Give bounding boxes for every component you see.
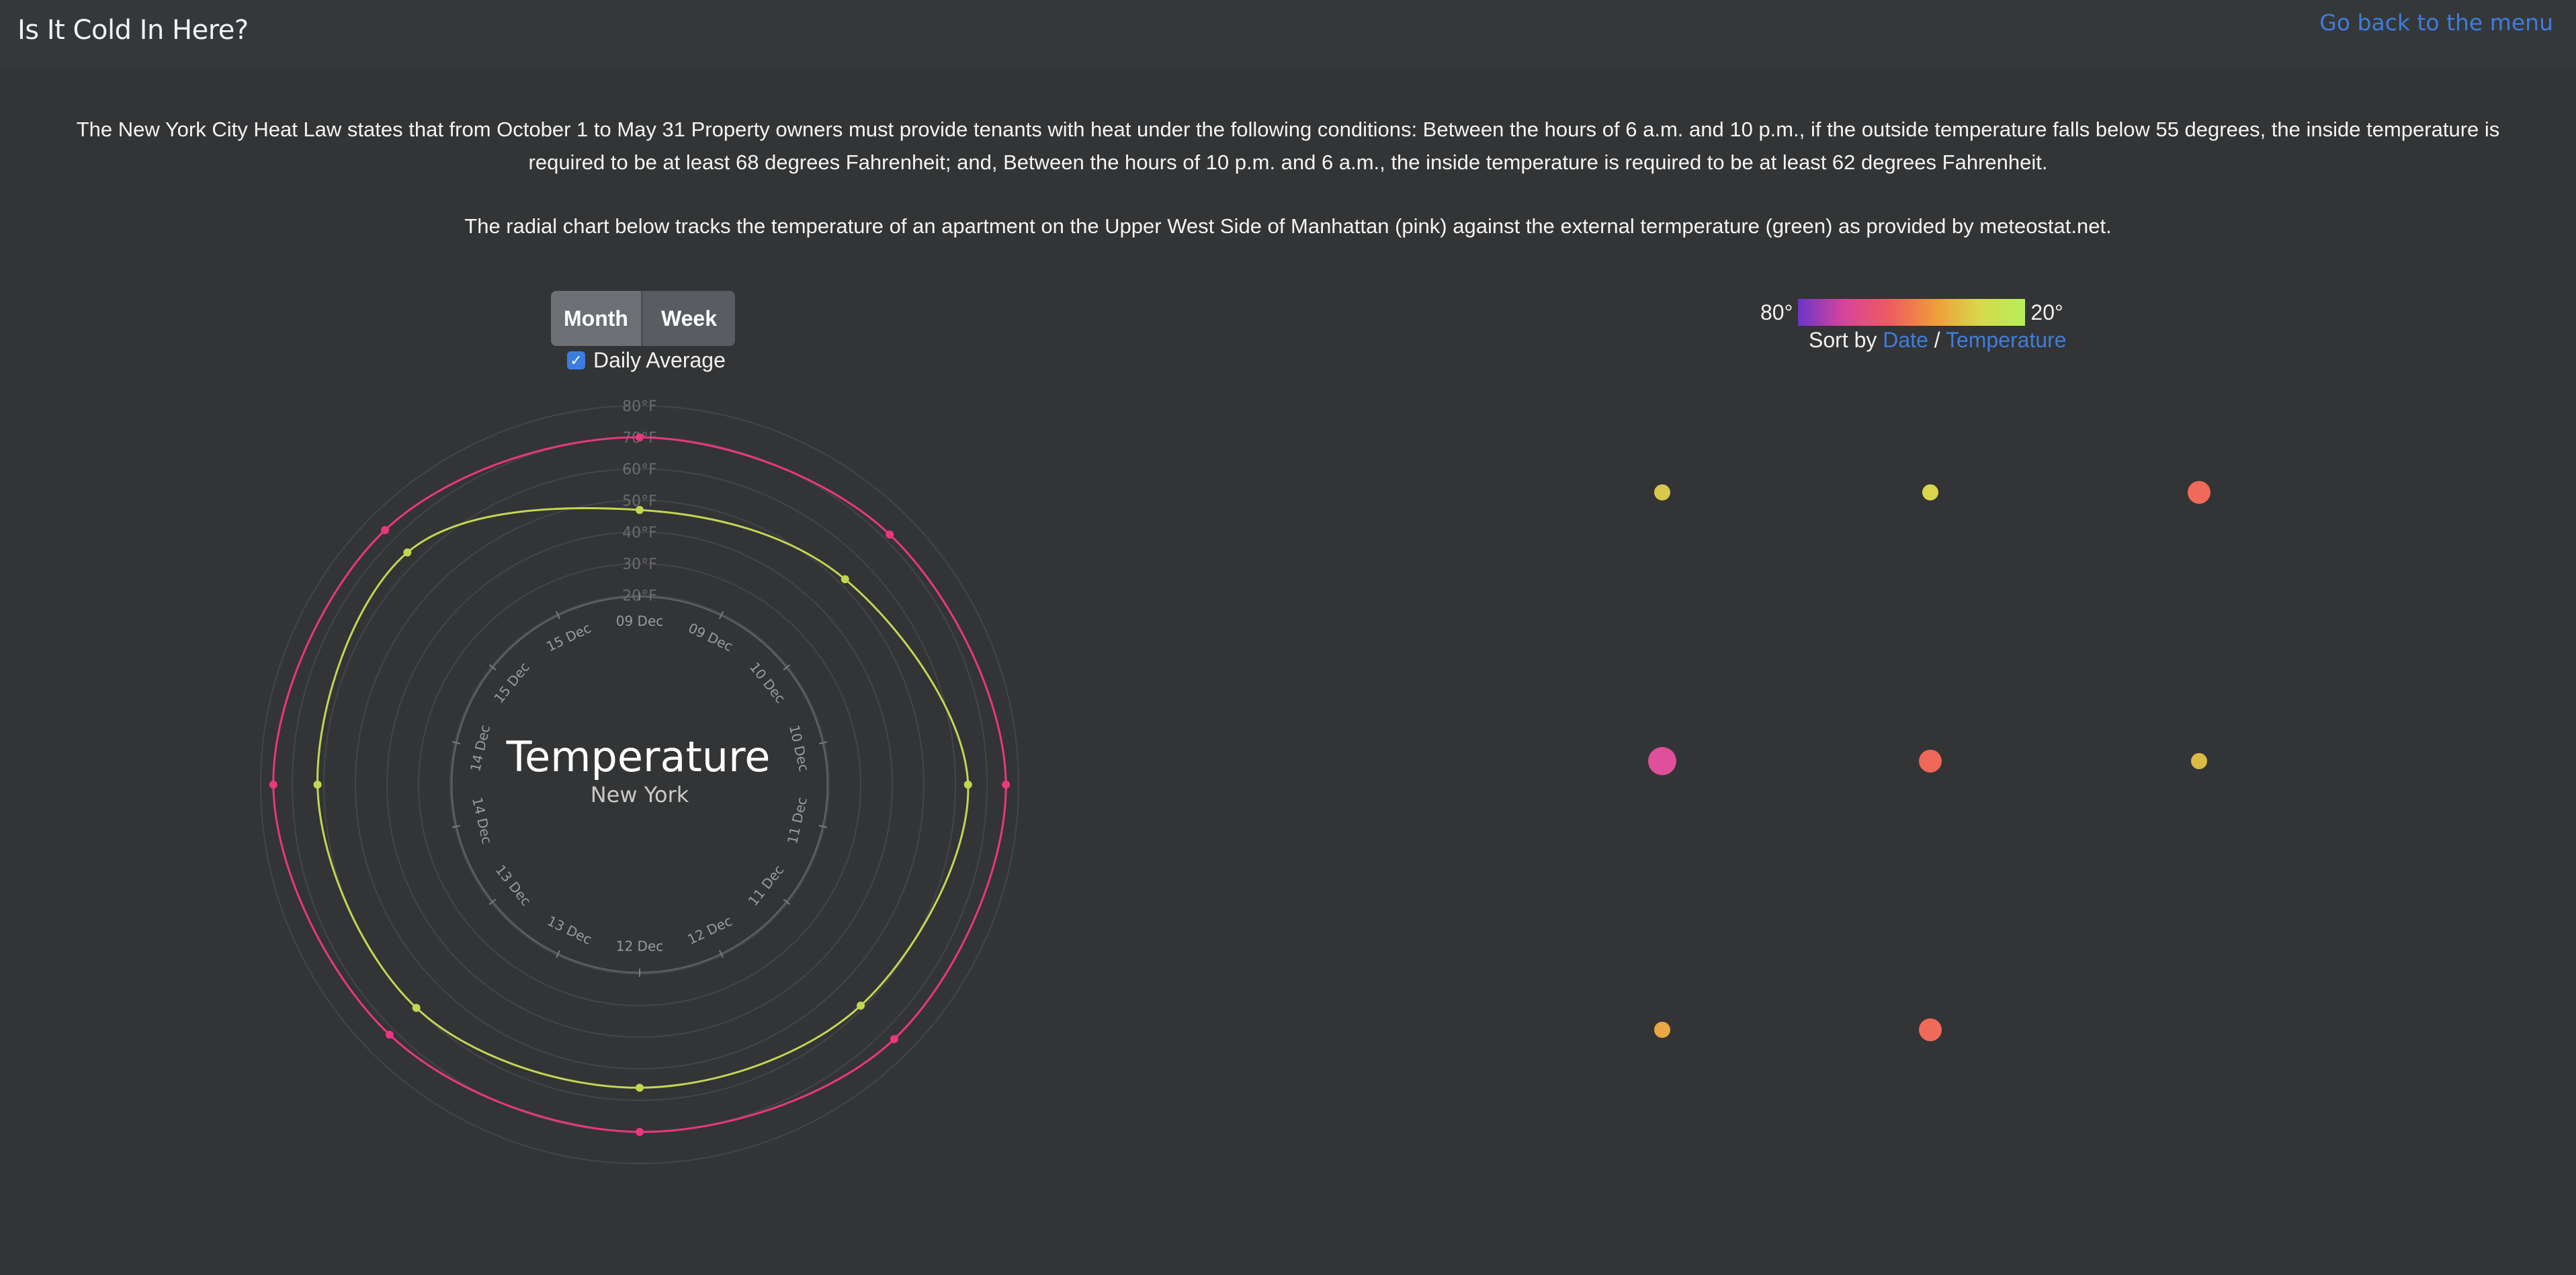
angle-label: 13 Dec — [545, 913, 595, 948]
temperature-dot[interactable] — [1919, 750, 1942, 773]
legend-low-label: 80° — [1760, 300, 1793, 324]
radial-tick-label: 40°F — [622, 525, 657, 541]
series-point-outside — [412, 1004, 421, 1012]
angle-label: 09 Dec — [686, 620, 736, 655]
series-point-inside — [385, 1030, 394, 1039]
angle-tick — [452, 741, 461, 745]
angle-label: 15 Dec — [490, 659, 533, 706]
radial-tick-label: 60°F — [622, 461, 657, 478]
temperature-dot[interactable] — [1654, 1022, 1670, 1038]
series-point-outside — [403, 548, 412, 557]
series-point-inside — [269, 781, 277, 789]
series-point-outside — [963, 781, 972, 789]
radial-tick-label: 80°F — [622, 398, 657, 415]
sort-controls: Sort by Date / Temperature — [1809, 328, 2067, 353]
angle-label: 10 Dec — [786, 723, 812, 773]
temperature-dot[interactable] — [2188, 481, 2210, 504]
chart-title: Temperature — [506, 732, 771, 781]
temperature-dot[interactable] — [1922, 484, 1938, 500]
sort-separator: / — [1934, 328, 1940, 352]
series-point-outside — [313, 781, 322, 789]
color-legend: 80° 20° — [1760, 296, 2063, 329]
series-point-inside — [636, 433, 644, 441]
angle-label: 09 Dec — [616, 613, 664, 629]
angle-label: 15 Dec — [544, 620, 593, 655]
angle-label: 12 Dec — [616, 938, 664, 955]
series-point-inside — [890, 1035, 898, 1043]
angle-label: 14 Dec — [469, 795, 495, 845]
series-point-outside — [636, 506, 644, 515]
temperature-dot[interactable] — [1654, 484, 1670, 500]
angle-label: 11 Dec — [745, 862, 787, 909]
radial-tick-label: 30°F — [622, 556, 657, 573]
series-point-outside — [841, 575, 849, 584]
angle-tick — [818, 824, 828, 828]
legend-high-label: 20° — [2030, 300, 2063, 324]
temperature-dot[interactable] — [1648, 747, 1676, 775]
series-point-inside — [381, 526, 390, 535]
series-point-inside — [886, 530, 894, 539]
angle-label: 11 Dec — [784, 795, 810, 845]
series-point-inside — [1002, 781, 1011, 789]
chart-subtitle: New York — [591, 782, 689, 807]
sort-by-temperature-link[interactable]: Temperature — [1946, 328, 2067, 352]
temperature-dot[interactable] — [1919, 1018, 1942, 1041]
angle-label: 12 Dec — [685, 913, 734, 948]
angle-tick — [818, 741, 828, 745]
angle-tick — [452, 824, 461, 828]
radial-tick-labels: 20°F30°F40°F50°F60°F70°F80°F — [622, 398, 657, 605]
sort-prefix: Sort by — [1809, 328, 1877, 352]
angle-label: 14 Dec — [467, 723, 493, 773]
sort-by-date-link[interactable]: Date — [1883, 328, 1928, 352]
angle-label: 10 Dec — [746, 659, 789, 706]
legend-gradient-bar — [1798, 299, 2026, 326]
angle-label: 13 Dec — [492, 862, 535, 909]
radial-temperature-chart: 20°F30°F40°F50°F60°F70°F80°F 09 Dec09 De… — [260, 398, 1019, 1164]
series-point-outside — [636, 1084, 644, 1092]
back-to-menu-link[interactable]: Go back to the menu — [2319, 9, 2553, 36]
series-point-outside — [857, 1002, 865, 1010]
temperature-dot[interactable] — [2191, 753, 2207, 769]
series-point-inside — [636, 1128, 644, 1136]
